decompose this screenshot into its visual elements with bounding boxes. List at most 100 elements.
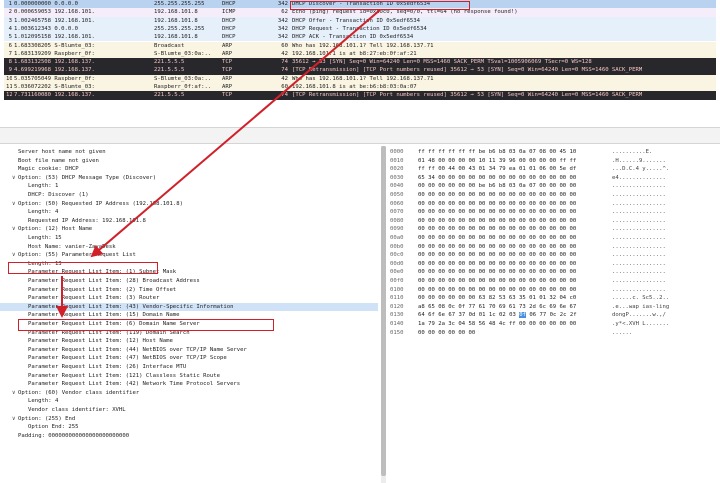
detail-field[interactable]: Parameter Request List Item: (43) Vendor…	[0, 302, 378, 312]
bytes-ascii: ................	[612, 235, 666, 241]
bytes-hex: 00 00 00 00 00 00 63 82 53 63 35 01 01 3…	[418, 295, 577, 302]
bytes-row[interactable]: 0070 00 00 00 00 00 00 00 00 00 00 00 00 …	[390, 208, 720, 217]
detail-field[interactable]: Parameter Request List Item: (26) Interf…	[0, 363, 378, 372]
detail-text: Parameter Request List Item: (43) Vendor…	[28, 303, 234, 310]
bytes-row[interactable]: 00a0 00 00 00 00 00 00 00 00 00 00 00 00 …	[390, 234, 720, 243]
bytes-hex: 00 00 00 00 00 00 00 00 00 00 00 00 00 0…	[418, 226, 577, 233]
bytes-hex: 00 00 00 00 00 00 be b6 b8 03 0a 07 00 0…	[418, 183, 577, 190]
bytes-hex: ff ff 00 44 00 43 01 34 79 ea 01 01 06 0…	[418, 166, 577, 173]
bytes-row[interactable]: 0110 00 00 00 00 00 00 63 82 53 63 35 01 …	[390, 294, 720, 303]
detail-field[interactable]: Parameter Request List Item: (2) Time Of…	[0, 286, 378, 295]
detail-text: Parameter Request List Item: (44) NetBIO…	[28, 346, 247, 353]
packet-protocol-cell: ARP	[222, 75, 233, 82]
packet-details-pane[interactable]: Server host name not given Boot file name…	[0, 146, 382, 483]
packet-row[interactable]: 5 1.012095158 192.168.101.1 192.168.101.8 D…	[4, 33, 716, 42]
detail-field[interactable]: Length: 4	[0, 397, 378, 406]
bytes-row[interactable]: 00f0 00 00 00 00 00 00 00 00 00 00 00 00 …	[390, 277, 720, 286]
detail-field[interactable]: Length: 1	[0, 182, 378, 191]
bytes-ascii: ................	[612, 183, 666, 190]
bytes-row[interactable]: 0140 1a 79 2a 3c 04 58 56 48 4c ff 00 00 …	[390, 320, 720, 329]
detail-field[interactable]: Parameter Request List Item: (28) Broadc…	[0, 277, 378, 286]
bytes-row[interactable]: 0060 00 00 00 00 00 00 00 00 00 00 00 00 …	[390, 200, 720, 209]
detail-field[interactable]: Option End: 255	[0, 423, 378, 432]
packet-row[interactable]: 105.035705049 Raspberr_0f:af:.. S-Blumte_…	[4, 74, 716, 83]
packet-list[interactable]: 1 0.000000000 0.0.0.0 255.255.255.255 DHCP 3…	[4, 0, 716, 125]
detail-field[interactable]: Vendor class identifier: XVHL	[0, 406, 378, 415]
detail-text: Parameter Request List Item: (28) Broadc…	[28, 278, 200, 284]
detail-text: Option: (12) Host Name	[18, 226, 93, 233]
packet-destination-cell: 192.168.101.8	[154, 9, 198, 16]
bytes-row[interactable]: 0120 a8 65 08 0c 0f 77 61 70 69 61 73 2d …	[390, 303, 720, 312]
detail-field[interactable]: Server host name not given	[0, 148, 378, 157]
packet-length-cell: 342	[277, 34, 288, 41]
detail-field[interactable]: Parameter Request List Item: (12) Host N…	[0, 337, 378, 346]
detail-field[interactable]: Parameter Request List Item: (47) NetBIO…	[0, 354, 378, 363]
bytes-hex: 00 00 00 00 00 00 00 00 00 00 00 00 00 0…	[418, 235, 577, 241]
bytes-row[interactable]: 0100 00 00 00 00 00 00 00 00 00 00 00 00 …	[390, 286, 720, 295]
details-scroll-thumb[interactable]	[381, 146, 386, 476]
bytes-ascii: ...D.C.4 y.....^.	[612, 166, 670, 173]
packet-no-cell: 5	[8, 34, 12, 41]
packet-row[interactable]: 3 1.002465758 192.168.101.1 192.168.101.8 D…	[4, 16, 716, 25]
detail-tree-node[interactable]: ∨ Option: (12) Host Name	[0, 225, 378, 234]
detail-field[interactable]: Host Name: vanier-ZavaDesk	[0, 243, 378, 252]
packet-bytes-pane[interactable]: 0000 ff ff ff ff ff ff be b6 b8 03 0a 07 …	[390, 146, 720, 483]
detail-field[interactable]: DHCP: Discover (1)	[0, 191, 378, 200]
bytes-offset: 0130	[390, 312, 404, 319]
bytes-row[interactable]: 00e0 00 00 00 00 00 00 00 00 00 00 00 00 …	[390, 268, 720, 277]
detail-field[interactable]: Length: 15	[0, 234, 378, 243]
bytes-row[interactable]: 0040 00 00 00 00 00 00 be b6 b8 03 0a 07 …	[390, 182, 720, 191]
bytes-row[interactable]: 0130 64 6f 6e 67 37 0d 01 1c 02 03 0f 06 …	[390, 311, 720, 320]
packet-length-cell: 42	[281, 75, 288, 82]
selected-byte[interactable]: 0f	[519, 312, 526, 319]
packet-length-cell: 74	[281, 67, 288, 74]
detail-tree-node[interactable]: ∨ Option: (50) Requested IP Address (192.…	[0, 200, 378, 209]
detail-field[interactable]: Padding: 000000000000000000000000	[0, 432, 378, 441]
packet-row[interactable]: 9 4.699219968 192.168.137.71 221.5.5.5 TCP 7…	[4, 66, 716, 75]
bytes-row[interactable]: 0150 00 00 00 00 00 00......	[390, 329, 720, 338]
bytes-row[interactable]: 0000 ff ff ff ff ff ff be b6 b8 03 0a 07 …	[390, 148, 720, 157]
detail-field[interactable]: Parameter Request List Item: (3) Router	[0, 294, 378, 303]
packet-time-cell: 1.683132508 192.168.137.71	[14, 59, 94, 66]
bytes-row[interactable]: 0090 00 00 00 00 00 00 00 00 00 00 00 00 …	[390, 225, 720, 234]
detail-field[interactable]: Parameter Request List Item: (42) Networ…	[0, 380, 378, 389]
detail-tree-node[interactable]: ∨ Option: (255) End	[0, 415, 378, 424]
detail-tree-node[interactable]: ∨ Option: (53) DHCP Message Type (Discove…	[0, 174, 378, 183]
detail-tree-node[interactable]: ∨ Option: (60) Vendor class identifier	[0, 389, 378, 398]
bytes-ascii: ................	[612, 278, 666, 284]
bytes-ascii: dongP.......w.,/	[612, 312, 666, 319]
pane-divider[interactable]	[0, 127, 720, 144]
detail-text: Option End: 255	[28, 424, 79, 431]
packet-time-cell: 1.012095158 192.168.101.1	[14, 34, 94, 41]
bytes-row[interactable]: 0080 00 00 00 00 00 00 00 00 00 00 00 00 …	[390, 217, 720, 226]
detail-field[interactable]: Requested IP Address: 192.168.101.8	[0, 217, 378, 226]
packet-row[interactable]: 4 1.003612343 0.0.0.0 255.255.255.255 DHCP 3…	[4, 24, 716, 34]
detail-field[interactable]: Length: 4	[0, 208, 378, 217]
bytes-row[interactable]: 00b0 00 00 00 00 00 00 00 00 00 00 00 00 …	[390, 243, 720, 252]
detail-text: Magic cookie: DHCP	[18, 166, 79, 173]
packet-row[interactable]: 8 1.683132508 192.168.137.71 221.5.5.5 TCP 7…	[4, 58, 716, 67]
detail-field[interactable]: Parameter Request List Item: (44) NetBIO…	[0, 346, 378, 355]
bytes-row[interactable]: 0010 01 48 00 00 00 00 10 11 39 96 00 00 …	[390, 157, 720, 166]
bytes-row[interactable]: 00d0 00 00 00 00 00 00 00 00 00 00 00 00 …	[390, 260, 720, 269]
bytes-hex: 1a 79 2a 3c 04 58 56 48 4c ff 00 00 00 0…	[418, 321, 577, 327]
detail-tree-node[interactable]: ∨ Option: (55) Parameter Request List	[0, 251, 378, 260]
packet-time-cell: 4.699219968 192.168.137.71	[14, 67, 94, 74]
packet-info-cell: 35612 → 53 [SYN] Seq=0 Win=64240 Len=0 M…	[292, 59, 592, 66]
packet-row[interactable]: 115.036072202 S-Blumte_03:0a:.. Raspberr_…	[4, 83, 716, 92]
packet-row[interactable]: 61.683308205 S-Blumte_03:0a:.. Broadcast A…	[4, 41, 716, 50]
detail-field[interactable]: Parameter Request List Item: (121) Class…	[0, 372, 378, 381]
packet-time-cell: 7.731160080 192.168.137.71	[14, 92, 94, 99]
bytes-offset: 0080	[390, 217, 404, 224]
detail-field[interactable]: Magic cookie: DHCP	[0, 165, 378, 174]
packet-no-cell: 7	[8, 50, 12, 57]
packet-no-cell: 8	[8, 59, 12, 66]
bytes-row[interactable]: 00c0 00 00 00 00 00 00 00 00 00 00 00 00 …	[390, 251, 720, 260]
packet-row[interactable]: 12 7.731160080 192.168.137.71 221.5.5.5 TCP…	[4, 91, 716, 100]
bytes-row[interactable]: 0030 65 34 00 00 00 00 00 00 00 00 00 00 …	[390, 174, 720, 183]
bytes-row[interactable]: 0050 00 00 00 00 00 00 00 00 00 00 00 00 …	[390, 191, 720, 200]
packet-row[interactable]: 71.683139209 Raspberr_0f:af:.. S-Blumte_0…	[4, 49, 716, 59]
details-scrollbar[interactable]	[381, 146, 386, 483]
bytes-row[interactable]: 0020 ff ff 00 44 00 43 01 34 79 ea 01 01 …	[390, 165, 720, 174]
detail-field[interactable]: Boot file name not given	[0, 157, 378, 166]
